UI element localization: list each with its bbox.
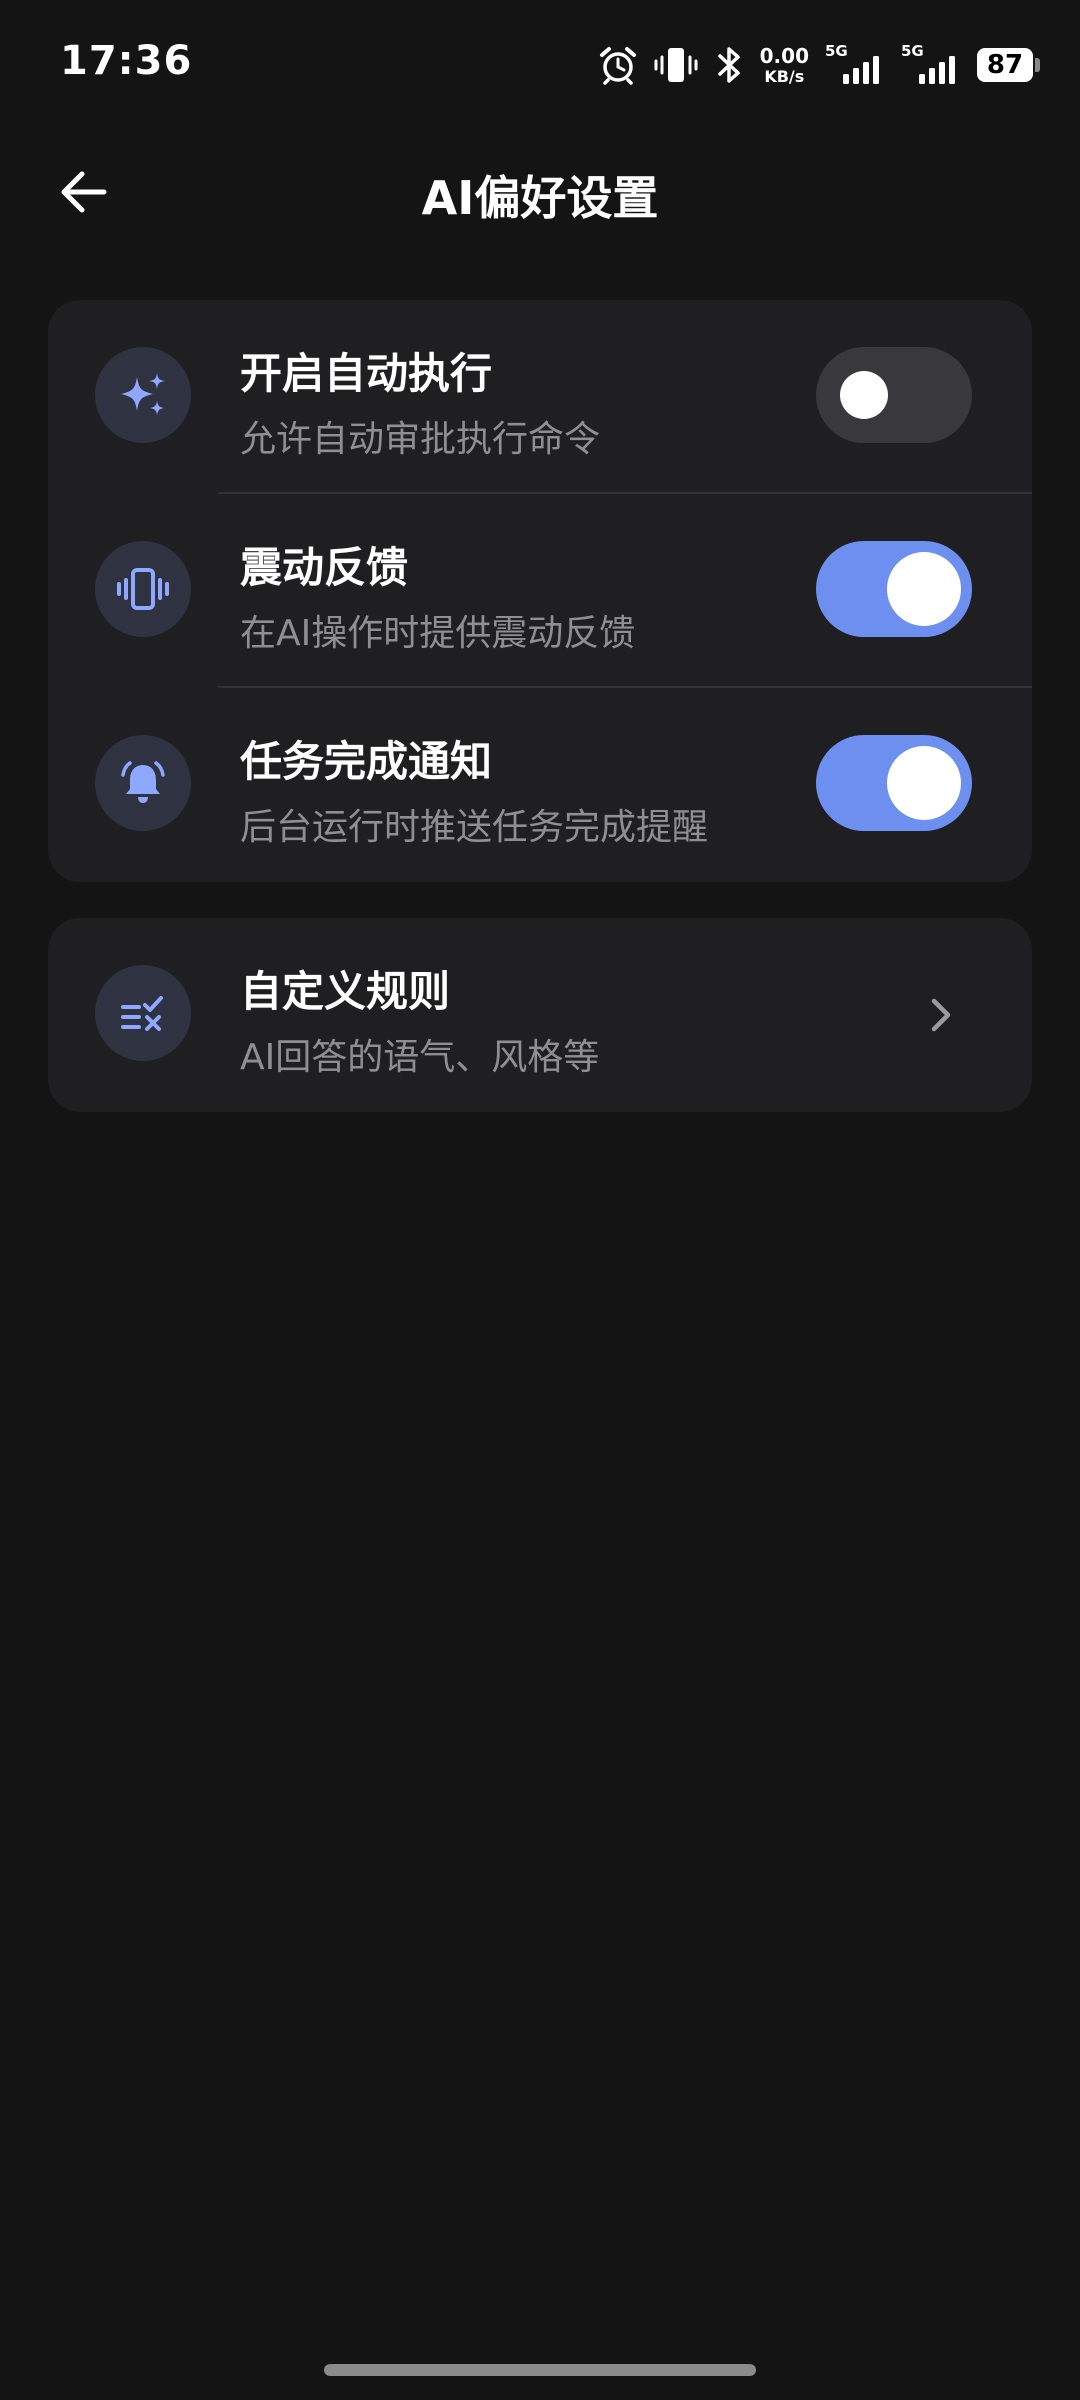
net-speed-value: 0.00: [759, 43, 809, 68]
setting-title: 自定义规则: [240, 967, 451, 1016]
net-speed: 0.00 KB/s: [760, 46, 809, 85]
status-time: 17:36: [60, 38, 193, 84]
task-notification-toggle[interactable]: [816, 735, 972, 831]
alarm-icon: [598, 45, 638, 85]
setting-subtitle: AI回答的语气、风格等: [240, 1037, 600, 1078]
home-indicator[interactable]: [324, 2364, 756, 2376]
setting-subtitle: 后台运行时推送任务完成提醒: [240, 807, 709, 848]
sparkle-icon: [95, 347, 191, 443]
bluetooth-icon: [714, 45, 744, 85]
setting-title: 震动反馈: [240, 543, 409, 592]
rules-icon: [95, 965, 191, 1061]
setting-subtitle: 允许自动审批执行命令: [240, 419, 601, 460]
vibration-toggle[interactable]: [816, 541, 972, 637]
chevron-right-icon: [910, 985, 970, 1045]
header: AI偏好设置: [0, 140, 1080, 240]
toggle-knob: [887, 552, 961, 626]
setting-title: 任务完成通知: [240, 737, 493, 786]
net-speed-unit: KB/s: [764, 66, 805, 86]
bell-icon: [95, 735, 191, 831]
setting-title: 开启自动执行: [240, 349, 493, 398]
setting-row-vibration[interactable]: 震动反馈 在AI操作时提供震动反馈: [48, 494, 1032, 688]
vibrate-icon: [654, 45, 698, 85]
toggle-knob: [840, 371, 888, 419]
setting-subtitle: 在AI操作时提供震动反馈: [240, 613, 636, 654]
signal-icon: [843, 56, 879, 84]
settings-card: 开启自动执行 允许自动审批执行命令 震动反馈 在AI操作时提供震动反馈 任务完成…: [48, 300, 1032, 882]
signal-sim1: 5G: [825, 42, 885, 88]
status-bar: 17:36 0.00 KB/s 5G 5G 87: [0, 0, 1080, 130]
battery-tip: [1035, 58, 1040, 72]
battery-icon: 87: [977, 48, 1040, 82]
status-icons: 0.00 KB/s 5G 5G 87: [598, 40, 1040, 90]
custom-rules-card[interactable]: 自定义规则 AI回答的语气、风格等: [48, 918, 1032, 1112]
auto-execute-toggle[interactable]: [816, 347, 972, 443]
page-title: AI偏好设置: [421, 171, 659, 225]
signal-sim2: 5G: [901, 42, 961, 88]
signal-icon: [919, 56, 955, 84]
setting-row-custom-rules[interactable]: 自定义规则 AI回答的语气、风格等: [48, 918, 1032, 1112]
setting-row-task-notification[interactable]: 任务完成通知 后台运行时推送任务完成提醒: [48, 688, 1032, 882]
setting-row-auto-execute[interactable]: 开启自动执行 允许自动审批执行命令: [48, 300, 1032, 494]
battery-level: 87: [977, 48, 1033, 82]
vibrate-icon: [95, 541, 191, 637]
toggle-knob: [887, 746, 961, 820]
